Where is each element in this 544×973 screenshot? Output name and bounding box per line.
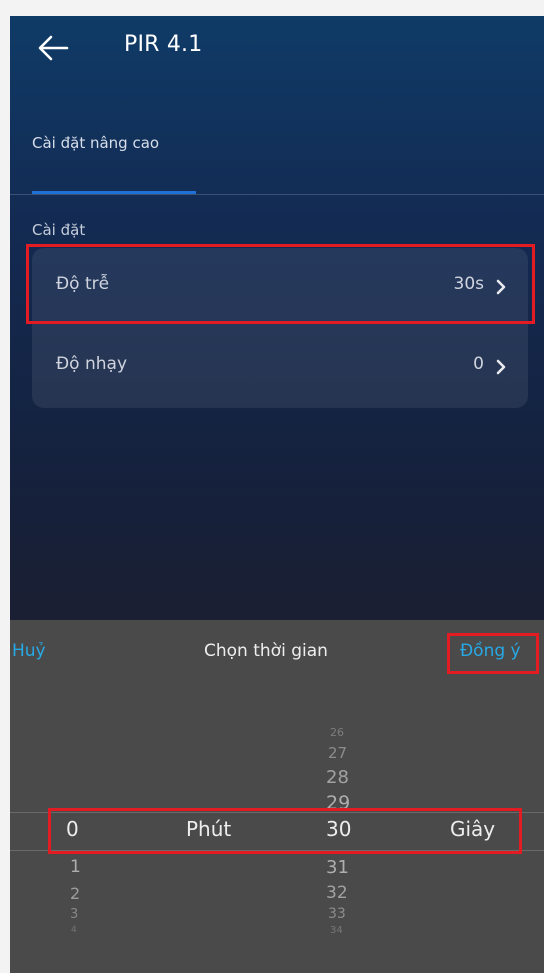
minutes-option[interactable]: 2 bbox=[70, 884, 80, 903]
time-picker-sheet: Huỷ Chọn thời gian Đồng ý 26 27 28 29 0 … bbox=[10, 620, 544, 973]
minutes-option[interactable]: 1 bbox=[70, 857, 81, 877]
arrow-left-icon[interactable] bbox=[36, 33, 70, 63]
setting-label: Độ nhạy bbox=[56, 354, 128, 374]
app-screen: PIR 4.1 Cài đặt nâng cao Cài đặt Độ trễ … bbox=[10, 16, 544, 973]
selected-row-highlight bbox=[48, 808, 522, 854]
seconds-option[interactable]: 33 bbox=[328, 906, 346, 922]
cancel-button[interactable]: Huỷ bbox=[12, 641, 46, 661]
seconds-option[interactable]: 28 bbox=[326, 767, 349, 788]
setting-value: 0 bbox=[473, 354, 484, 374]
section-label: Cài đặt bbox=[32, 221, 86, 239]
setting-row-sensitivity[interactable]: Độ nhạy 0 bbox=[32, 328, 528, 408]
time-picker-wheels: 26 27 28 29 0 Phút 30 Giây 1 2 3 4 31 32… bbox=[10, 684, 544, 973]
tab-advanced-settings[interactable]: Cài đặt nâng cao bbox=[32, 134, 159, 152]
seconds-option[interactable]: 31 bbox=[326, 857, 349, 878]
sheet-title: Chọn thời gian bbox=[204, 641, 328, 661]
minutes-option[interactable]: 4 bbox=[71, 925, 77, 935]
tab-indicator bbox=[32, 191, 196, 194]
top-bar: PIR 4.1 bbox=[10, 16, 544, 86]
delay-row-highlight bbox=[26, 244, 535, 324]
seconds-option[interactable]: 27 bbox=[328, 744, 347, 762]
page-title: PIR 4.1 bbox=[124, 32, 203, 57]
tab-bar: Cài đặt nâng cao bbox=[10, 116, 544, 195]
sheet-header: Huỷ Chọn thời gian Đồng ý bbox=[10, 620, 544, 684]
seconds-option[interactable]: 34 bbox=[330, 925, 343, 936]
confirm-highlight bbox=[447, 633, 539, 674]
chevron-right-icon bbox=[496, 359, 506, 375]
seconds-option[interactable]: 32 bbox=[326, 883, 348, 903]
minutes-option[interactable]: 3 bbox=[70, 907, 78, 922]
seconds-option[interactable]: 26 bbox=[330, 726, 344, 739]
